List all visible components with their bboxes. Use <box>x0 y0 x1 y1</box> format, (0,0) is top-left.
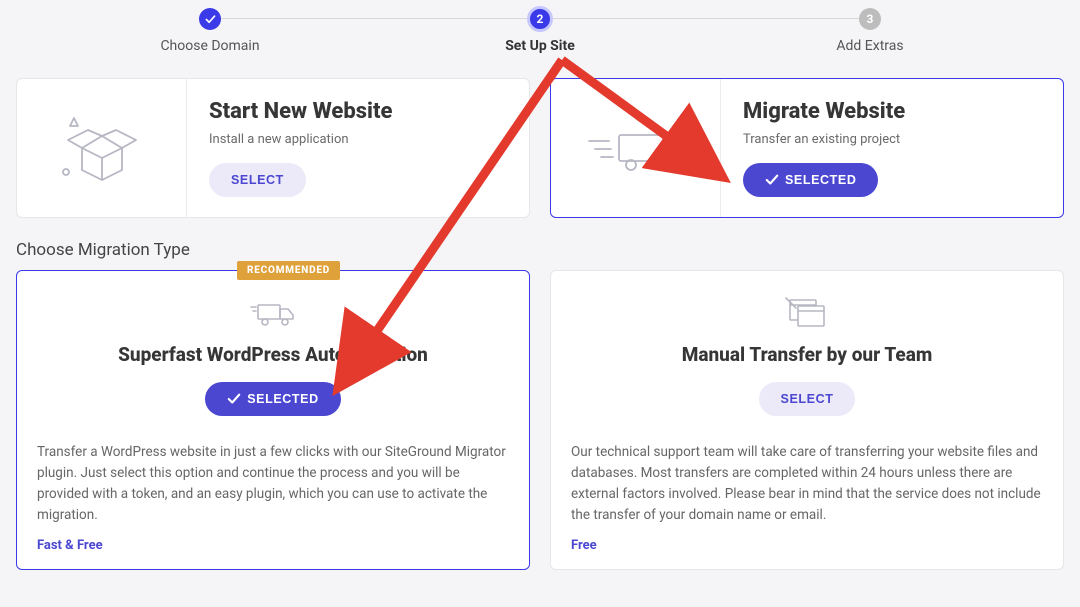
card-description: Our technical support team will take car… <box>571 442 1043 526</box>
recommended-badge: RECOMMENDED <box>237 261 340 280</box>
card-footer: Free <box>571 538 597 553</box>
card-description: Transfer a WordPress website in just a f… <box>37 442 509 526</box>
section-title: Choose Migration Type <box>0 218 1080 270</box>
box-illustration-icon <box>17 79 187 217</box>
selected-button[interactable]: SELECTED <box>743 163 878 197</box>
card-migrate-website[interactable]: Migrate Website Transfer an existing pro… <box>550 78 1064 218</box>
step-label: Set Up Site <box>505 38 575 54</box>
select-button[interactable]: SELECT <box>759 382 856 416</box>
card-footer: Fast & Free <box>37 538 103 553</box>
select-button[interactable]: SELECT <box>209 163 306 197</box>
step-label: Add Extras <box>836 38 903 54</box>
step-setup-site[interactable]: 2 Set Up Site <box>480 8 600 54</box>
setup-options-row: Start New Website Install a new applicat… <box>0 54 1080 218</box>
truck-illustration-icon <box>551 79 721 217</box>
windows-icon <box>784 295 830 331</box>
checkmark-icon <box>227 392 241 406</box>
card-manual-transfer[interactable]: Manual Transfer by our Team SELECT Our t… <box>550 270 1064 570</box>
card-title: Superfast WordPress Automigration <box>118 343 428 366</box>
checkmark-icon <box>199 8 221 30</box>
step-number-icon: 3 <box>859 8 881 30</box>
card-subtitle: Transfer an existing project <box>743 132 1041 147</box>
step-label: Choose Domain <box>160 38 259 54</box>
card-title: Manual Transfer by our Team <box>682 343 933 366</box>
fast-truck-icon <box>250 295 296 331</box>
card-start-new-website[interactable]: Start New Website Install a new applicat… <box>16 78 530 218</box>
card-body: Start New Website Install a new applicat… <box>187 81 529 215</box>
button-label: SELECTED <box>785 173 856 187</box>
button-label: SELECT <box>781 392 834 406</box>
card-subtitle: Install a new application <box>209 132 507 147</box>
button-label: SELECT <box>231 173 284 187</box>
card-body: Migrate Website Transfer an existing pro… <box>721 81 1063 215</box>
stepper: Choose Domain 2 Set Up Site 3 Add Extras <box>0 0 1080 54</box>
checkmark-icon <box>765 173 779 187</box>
step-add-extras[interactable]: 3 Add Extras <box>810 8 930 54</box>
card-automigration[interactable]: RECOMMENDED Superfast WordPress Automigr… <box>16 270 530 570</box>
step-choose-domain[interactable]: Choose Domain <box>150 8 270 54</box>
card-title: Migrate Website <box>743 99 1041 124</box>
card-title: Start New Website <box>209 99 507 124</box>
button-label: SELECTED <box>247 392 318 406</box>
migration-type-row: RECOMMENDED Superfast WordPress Automigr… <box>0 270 1080 570</box>
step-number-icon: 2 <box>527 6 553 32</box>
selected-button[interactable]: SELECTED <box>205 382 340 416</box>
